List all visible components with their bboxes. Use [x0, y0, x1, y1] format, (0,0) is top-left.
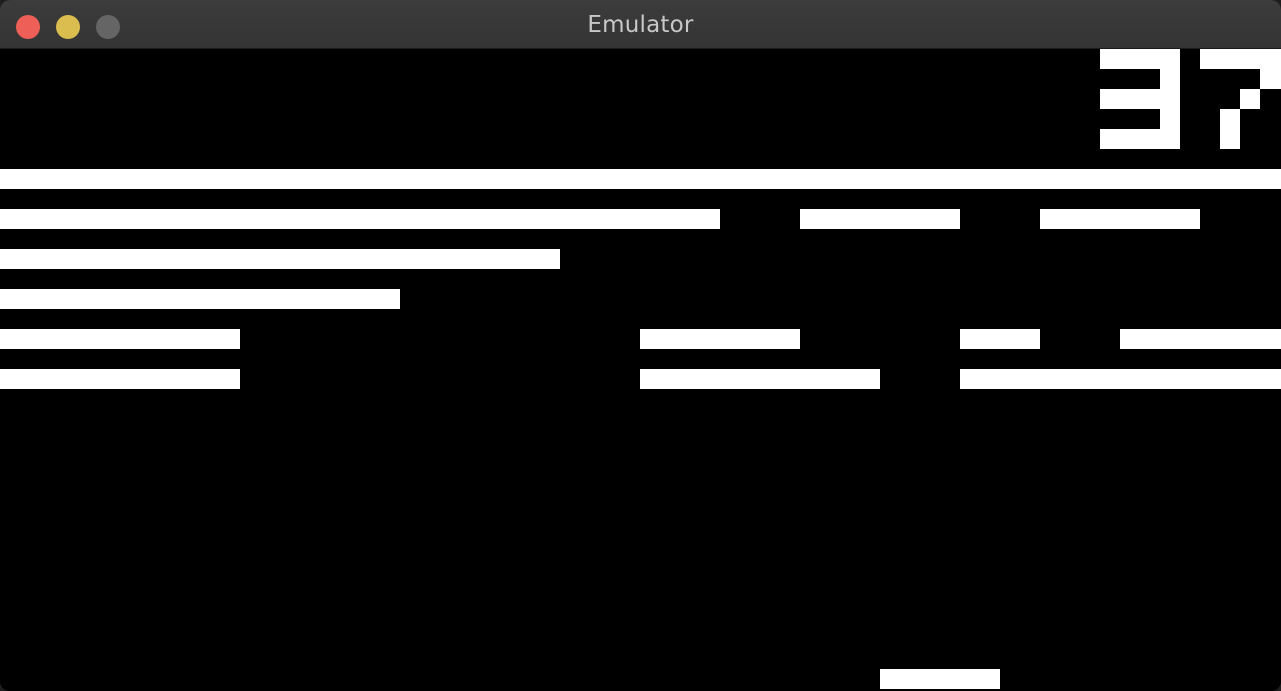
score-digit-pixel: [1240, 89, 1260, 109]
title-bar[interactable]: Emulator: [0, 0, 1281, 49]
brick: [640, 369, 880, 389]
brick: [800, 209, 960, 229]
brick: [640, 329, 800, 349]
paddle[interactable]: [880, 669, 1000, 689]
brick: [1120, 329, 1281, 349]
score-digit-pixel: [1200, 49, 1281, 69]
score-digit-pixel: [1100, 89, 1160, 109]
brick: [960, 369, 1281, 389]
game-screen[interactable]: 37: [0, 49, 1281, 691]
window-title: Emulator: [587, 12, 694, 38]
score-digit-pixel: [1100, 49, 1180, 69]
brick: [0, 369, 240, 389]
brick: [0, 249, 560, 269]
top-wall: [0, 169, 1281, 189]
brick: [0, 289, 400, 309]
brick: [960, 329, 1040, 349]
score-digit-pixel: [1220, 109, 1240, 149]
score-digit-pixel: [1260, 69, 1281, 89]
emulator-window: Emulator 37: [0, 0, 1281, 691]
brick: [0, 209, 720, 229]
brick: [1040, 209, 1200, 229]
score-digit-pixel: [1160, 69, 1180, 149]
brick: [0, 329, 240, 349]
score-value: 37: [0, 49, 1, 50]
score-digit-pixel: [1100, 129, 1160, 149]
